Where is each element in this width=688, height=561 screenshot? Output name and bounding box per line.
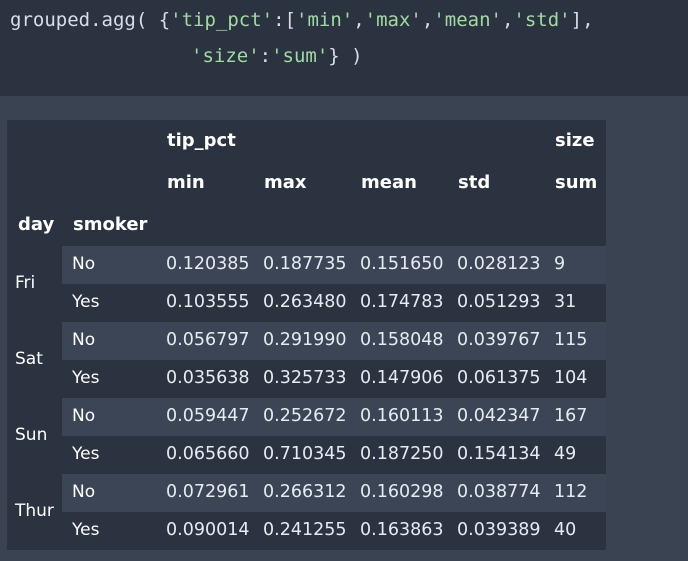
min-cell: 0.065660 bbox=[166, 444, 250, 464]
mean-cell: 0.147906 bbox=[360, 368, 444, 388]
std-cell: 0.154134 bbox=[457, 444, 541, 464]
header-size: size bbox=[555, 130, 595, 151]
min-cell: 0.090014 bbox=[166, 520, 250, 540]
max-cell: 0.291990 bbox=[263, 330, 347, 350]
max-cell: 0.187735 bbox=[263, 254, 347, 274]
min-cell: 0.056797 bbox=[166, 330, 250, 350]
std-cell: 0.061375 bbox=[457, 368, 541, 388]
std-cell: 0.051293 bbox=[457, 292, 541, 312]
header-std: std bbox=[458, 172, 491, 193]
min-cell: 0.059447 bbox=[166, 406, 250, 426]
smoker-cell: No bbox=[72, 330, 96, 350]
smoker-cell: Yes bbox=[72, 520, 100, 540]
std-cell: 0.038774 bbox=[457, 482, 541, 502]
mean-cell: 0.187250 bbox=[360, 444, 444, 464]
sum-cell: 104 bbox=[554, 368, 588, 388]
mean-cell: 0.163863 bbox=[360, 520, 444, 540]
code-punct: , bbox=[501, 9, 514, 31]
mean-cell: 0.158048 bbox=[360, 330, 444, 350]
max-cell: 0.325733 bbox=[263, 368, 347, 388]
code-punct: :[ bbox=[273, 9, 297, 31]
code-line-1: grouped.agg( {'tip_pct':['min','max','me… bbox=[10, 9, 594, 31]
sum-cell: 9 bbox=[554, 254, 566, 274]
code-punct: } ) bbox=[328, 45, 363, 67]
day-cell: Sun bbox=[15, 425, 48, 445]
code-string: 'sum' bbox=[271, 45, 329, 67]
sum-cell: 40 bbox=[554, 520, 577, 540]
header-tip-pct: tip_pct bbox=[167, 130, 236, 151]
sum-cell: 115 bbox=[554, 330, 588, 350]
mean-cell: 0.151650 bbox=[360, 254, 444, 274]
code-string: 'min' bbox=[296, 9, 354, 31]
code-punct: , bbox=[421, 9, 434, 31]
min-cell: 0.072961 bbox=[166, 482, 250, 502]
code-string: 'std' bbox=[513, 9, 571, 31]
day-cell: Sat bbox=[15, 349, 43, 369]
index-name-smoker: smoker bbox=[73, 214, 148, 235]
std-cell: 0.039389 bbox=[457, 520, 541, 540]
code-function: grouped.agg( bbox=[10, 9, 148, 31]
max-cell: 0.241255 bbox=[263, 520, 347, 540]
sum-cell: 112 bbox=[554, 482, 588, 502]
mean-cell: 0.160298 bbox=[360, 482, 444, 502]
smoker-cell: Yes bbox=[72, 444, 100, 464]
min-cell: 0.035638 bbox=[166, 368, 250, 388]
dataframe-output: tip_pct size min max mean std sum day sm… bbox=[7, 120, 606, 550]
day-cell: Thur bbox=[15, 501, 54, 521]
header-min: min bbox=[167, 172, 205, 193]
std-cell: 0.028123 bbox=[457, 254, 541, 274]
mean-cell: 0.174783 bbox=[360, 292, 444, 312]
max-cell: 0.252672 bbox=[263, 406, 347, 426]
smoker-cell: No bbox=[72, 254, 96, 274]
max-cell: 0.263480 bbox=[263, 292, 347, 312]
code-cell[interactable]: grouped.agg( {'tip_pct':['min','max','me… bbox=[0, 0, 688, 96]
sum-cell: 167 bbox=[554, 406, 588, 426]
code-line-2: 'size':'sum'} ) bbox=[191, 45, 363, 67]
code-punct: ], bbox=[570, 9, 594, 31]
smoker-cell: Yes bbox=[72, 292, 100, 312]
code-punct: { bbox=[147, 9, 171, 31]
std-cell: 0.042347 bbox=[457, 406, 541, 426]
max-cell: 0.266312 bbox=[263, 482, 347, 502]
smoker-cell: Yes bbox=[72, 368, 100, 388]
min-cell: 0.120385 bbox=[166, 254, 250, 274]
code-string: 'max' bbox=[364, 9, 422, 31]
max-cell: 0.710345 bbox=[263, 444, 347, 464]
header-sum: sum bbox=[555, 172, 598, 193]
code-punct: , bbox=[353, 9, 365, 31]
sum-cell: 49 bbox=[554, 444, 577, 464]
code-string: 'tip_pct' bbox=[170, 9, 274, 31]
header-mean: mean bbox=[361, 172, 417, 193]
min-cell: 0.103555 bbox=[166, 292, 250, 312]
code-string: 'size' bbox=[191, 45, 260, 67]
smoker-cell: No bbox=[72, 482, 96, 502]
code-punct: : bbox=[259, 45, 272, 67]
std-cell: 0.039767 bbox=[457, 330, 541, 350]
code-string: 'mean' bbox=[433, 9, 502, 31]
index-name-day: day bbox=[18, 214, 55, 235]
day-cell: Fri bbox=[15, 273, 36, 293]
header-max: max bbox=[264, 172, 307, 193]
mean-cell: 0.160113 bbox=[360, 406, 444, 426]
smoker-cell: No bbox=[72, 406, 96, 426]
sum-cell: 31 bbox=[554, 292, 577, 312]
